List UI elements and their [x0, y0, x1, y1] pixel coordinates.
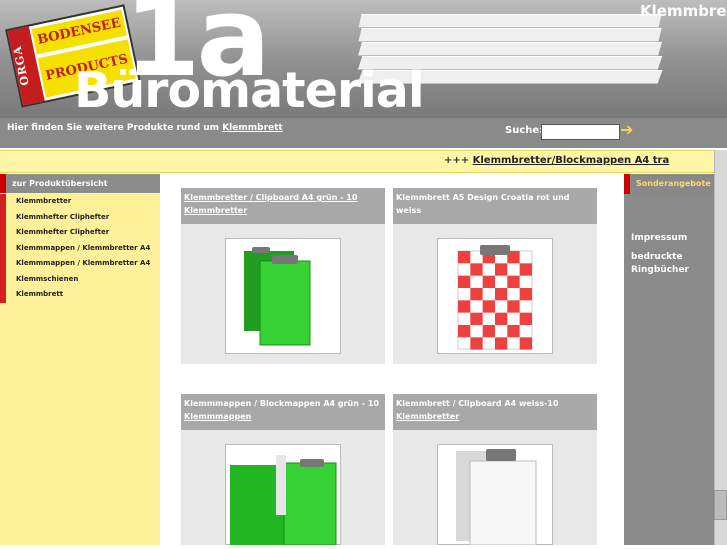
- sidebar-item[interactable]: Klemmmappen / Klemmbretter A4: [0, 240, 160, 256]
- product-image[interactable]: [225, 238, 341, 354]
- checker-square: [519, 312, 532, 325]
- sidebar: zur Produktübersicht Klemmbretter Klemmh…: [0, 174, 160, 545]
- special-offers-heading[interactable]: Sonderangebote: [624, 174, 727, 194]
- checker-square: [519, 263, 532, 276]
- checker-square: [470, 287, 483, 301]
- sidebar-item[interactable]: Klemmbrett: [0, 287, 160, 303]
- sidebar-list: Klemmbretter Klemmhefter Cliphefter Klem…: [0, 194, 160, 303]
- news-ticker: +++ Klemmbretter/Blockmappen A4 tra: [0, 150, 714, 173]
- header-banner: ORGA BODENSEE PRODUCTS 1a Büromaterial K…: [0, 0, 727, 118]
- product-grid: Klemmbretter / Clipboard A4 grün - 10 Kl…: [160, 174, 624, 546]
- sidebar-item[interactable]: Klemmhefter Cliphefter: [0, 225, 160, 241]
- checker-square: [458, 275, 471, 288]
- checker-square: [507, 324, 520, 338]
- checker-square: [458, 251, 471, 264]
- sidebar-item[interactable]: Klemmschienen: [0, 271, 160, 287]
- info-link[interactable]: Klemmbrett: [222, 123, 283, 133]
- checker-square: [494, 337, 508, 350]
- product-title[interactable]: Klemmbrett A5 Design Croatia rot und wei…: [396, 193, 570, 215]
- product-title[interactable]: Klemmmappen / Blockmappen A4 grün - 10: [184, 399, 379, 408]
- checker-square: [458, 324, 471, 338]
- info-bar: Hier finden Sie weitere Produkte rund um…: [0, 118, 727, 148]
- scrollbar-thumb[interactable]: [714, 490, 727, 520]
- checker-square: [507, 275, 520, 288]
- sidebar-item[interactable]: Klemmbretter: [0, 194, 160, 210]
- right-column: Sonderangebote Impressum bedruckte Ringb…: [624, 174, 727, 545]
- checker-square: [482, 300, 495, 313]
- product-card[interactable]: Klemmbrett / Clipboard A4 weiss-10 Klemm…: [393, 394, 597, 546]
- product-card[interactable]: Klemmmappen / Blockmappen A4 grün - 10 K…: [181, 394, 385, 546]
- product-card[interactable]: Klemmbrett A5 Design Croatia rot und wei…: [393, 188, 597, 364]
- product-category-link[interactable]: Klemmbretter: [396, 412, 459, 421]
- search-label: Suche:: [505, 125, 544, 136]
- info-text: Hier finden Sie weitere Produkte rund um…: [7, 123, 283, 133]
- paper-stack-graphic: [358, 14, 662, 28]
- printed-binders-link[interactable]: bedruckte Ringbücher: [631, 251, 701, 277]
- product-image[interactable]: [225, 444, 341, 546]
- scrollbar[interactable]: [714, 150, 727, 545]
- checker-square: [519, 337, 532, 350]
- product-category-link[interactable]: Klemmmappen: [184, 412, 251, 421]
- product-category-link[interactable]: Klemmbretter: [184, 206, 247, 215]
- sidebar-item[interactable]: Klemmmappen / Klemmbretter A4: [0, 256, 160, 272]
- ticker-link[interactable]: Klemmbretter/Blockmappen A4 tra: [473, 155, 670, 166]
- page-heading: Klemmbre: [640, 2, 727, 20]
- product-title-link[interactable]: Klemmbretter / Clipboard A4 grün - 10: [184, 193, 357, 202]
- site-title: Büromaterial: [74, 62, 425, 118]
- checker-square: [494, 263, 508, 276]
- checker-square: [482, 324, 495, 338]
- search-input[interactable]: [541, 124, 620, 140]
- checker-square: [458, 300, 471, 313]
- product-image[interactable]: [437, 238, 553, 354]
- product-title[interactable]: Klemmbrett / Clipboard A4 weiss-10: [396, 399, 559, 408]
- sidebar-heading[interactable]: zur Produktübersicht: [0, 174, 160, 193]
- checker-square: [470, 312, 483, 325]
- product-image[interactable]: [437, 444, 553, 546]
- sidebar-item[interactable]: Klemmhefter Cliphefter: [0, 209, 160, 225]
- product-card[interactable]: Klemmbretter / Clipboard A4 grün - 10 Kl…: [181, 188, 385, 364]
- impressum-link[interactable]: Impressum: [631, 232, 687, 245]
- checker-square: [519, 287, 532, 301]
- checker-square: [470, 263, 483, 276]
- checker-square: [494, 287, 508, 301]
- checker-square: [470, 337, 483, 350]
- checker-square: [507, 300, 520, 313]
- arrow-right-icon[interactable]: ➔: [620, 120, 633, 139]
- checker-square: [482, 275, 495, 288]
- checker-square: [494, 312, 508, 325]
